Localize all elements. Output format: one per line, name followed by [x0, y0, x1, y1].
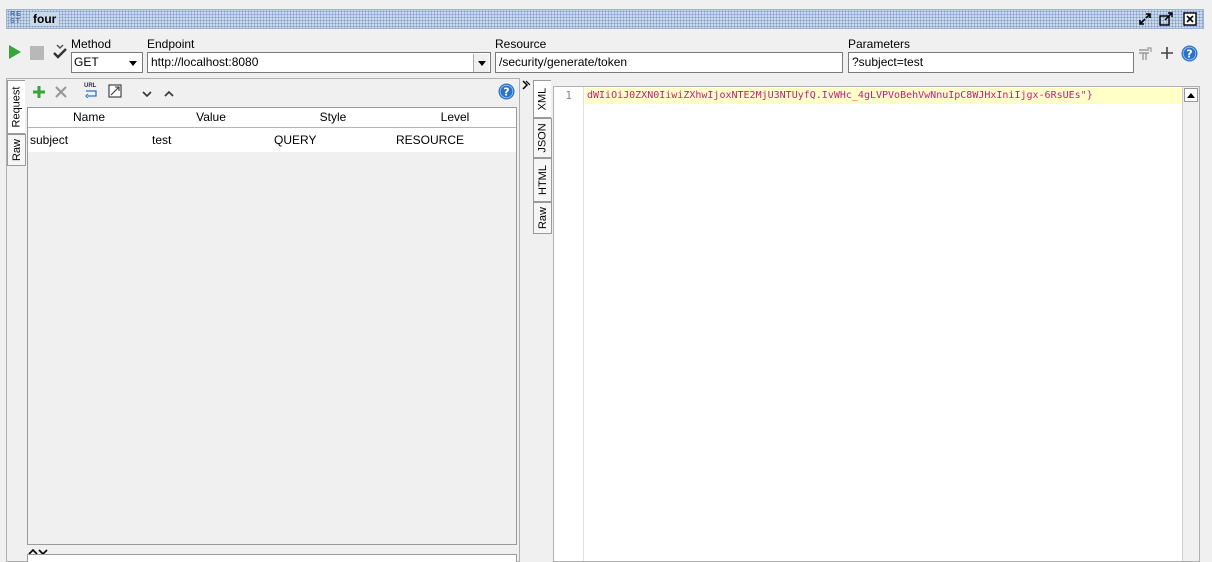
- endpoint-value: http://localhost:8080: [151, 55, 259, 69]
- chevron-down-icon[interactable]: [473, 54, 489, 72]
- help-icon[interactable]: ?: [498, 83, 515, 100]
- tab-request[interactable]: Request: [7, 80, 25, 134]
- vertical-scrollbar[interactable]: [1182, 87, 1199, 561]
- add-parameter-icon[interactable]: [32, 85, 46, 99]
- edit-parameter-icon[interactable]: [108, 84, 122, 98]
- tab-raw-request[interactable]: Raw: [7, 134, 26, 166]
- parameters-table: Name Value Style Level subject test QUER…: [27, 107, 517, 545]
- cell-level[interactable]: RESOURCE: [394, 128, 518, 152]
- table-row[interactable]: subject test QUERY RESOURCE: [28, 128, 516, 152]
- resource-value: /security/generate/token: [499, 55, 628, 69]
- cell-value[interactable]: test: [150, 128, 274, 152]
- parameters-label: Parameters: [848, 37, 911, 51]
- response-editor[interactable]: 1 dWIiOiJ0ZXN0IiwiZXhwIjoxNTE2MjU3NTUyfQ…: [553, 86, 1200, 562]
- minimize-restore-icon[interactable]: [1138, 12, 1152, 26]
- tab-request-label: Request: [10, 86, 23, 128]
- rest-icon: RE ST: [10, 11, 26, 27]
- tab-raw-response-label: Raw: [536, 206, 549, 230]
- method-select[interactable]: GET: [71, 52, 143, 73]
- tab-raw-request-label: Raw: [10, 138, 23, 162]
- maximize-icon[interactable]: [1159, 12, 1173, 26]
- close-icon[interactable]: [1183, 12, 1197, 26]
- lower-pane: [27, 554, 517, 562]
- column-header-value[interactable]: Value: [150, 108, 273, 128]
- cell-style[interactable]: QUERY: [272, 128, 396, 152]
- run-icon[interactable]: [8, 44, 22, 60]
- column-header-level[interactable]: Level: [394, 108, 516, 128]
- line-gutter: 1: [554, 87, 584, 561]
- response-vertical-tabs: XML JSON HTML Raw: [532, 80, 552, 240]
- column-header-style[interactable]: Style: [272, 108, 395, 128]
- add-icon[interactable]: [1160, 46, 1174, 60]
- stop-icon[interactable]: [30, 46, 44, 60]
- svg-text:?: ?: [503, 86, 509, 99]
- method-value: GET: [74, 55, 99, 69]
- window-title: four: [30, 12, 60, 26]
- endpoint-label: Endpoint: [147, 37, 195, 51]
- cell-name[interactable]: subject: [28, 128, 152, 152]
- help-icon[interactable]: ?: [1181, 45, 1198, 62]
- tab-json[interactable]: JSON: [533, 118, 552, 158]
- parameters-input[interactable]: ?subject=test: [848, 52, 1134, 73]
- response-code-line[interactable]: dWIiOiJ0ZXN0IiwiZXhwIjoxNTE2MjU3NTUyfQ.I…: [585, 88, 1183, 104]
- remove-parameter-icon[interactable]: [54, 85, 68, 99]
- splitter-arrows-icon[interactable]: [28, 545, 48, 556]
- method-label: Method: [71, 37, 112, 51]
- request-vertical-tabs: Request Raw: [7, 80, 27, 170]
- tab-html-label: HTML: [536, 165, 549, 195]
- endpoint-combo[interactable]: http://localhost:8080: [147, 52, 491, 73]
- move-up-icon[interactable]: [164, 87, 174, 97]
- scroll-up-icon[interactable]: [1184, 88, 1198, 102]
- tab-html[interactable]: HTML: [533, 158, 552, 202]
- rest-icon-line1: RE: [10, 11, 22, 18]
- validate-icon[interactable]: [52, 44, 68, 60]
- tab-xml[interactable]: XML: [533, 80, 551, 118]
- chevron-down-icon[interactable]: [125, 54, 141, 72]
- window-titlebar: RE ST four: [6, 9, 1204, 29]
- resource-input[interactable]: /security/generate/token: [495, 52, 843, 73]
- svg-text:?: ?: [1186, 48, 1192, 61]
- collapse-panel-icon[interactable]: [522, 80, 531, 92]
- line-number: 1: [565, 89, 572, 102]
- tab-xml-label: XML: [536, 87, 549, 111]
- url-parameter-icon[interactable]: URL: [84, 83, 100, 99]
- column-header-name[interactable]: Name: [28, 108, 151, 128]
- parameters-value: ?subject=test: [852, 55, 924, 69]
- tab-json-label: JSON: [536, 123, 549, 153]
- rest-icon-line2: ST: [10, 18, 21, 25]
- copy-params-icon[interactable]: [1138, 47, 1152, 61]
- move-down-icon[interactable]: [142, 87, 152, 98]
- tab-raw-response[interactable]: Raw: [533, 202, 552, 234]
- resource-label: Resource: [495, 37, 547, 51]
